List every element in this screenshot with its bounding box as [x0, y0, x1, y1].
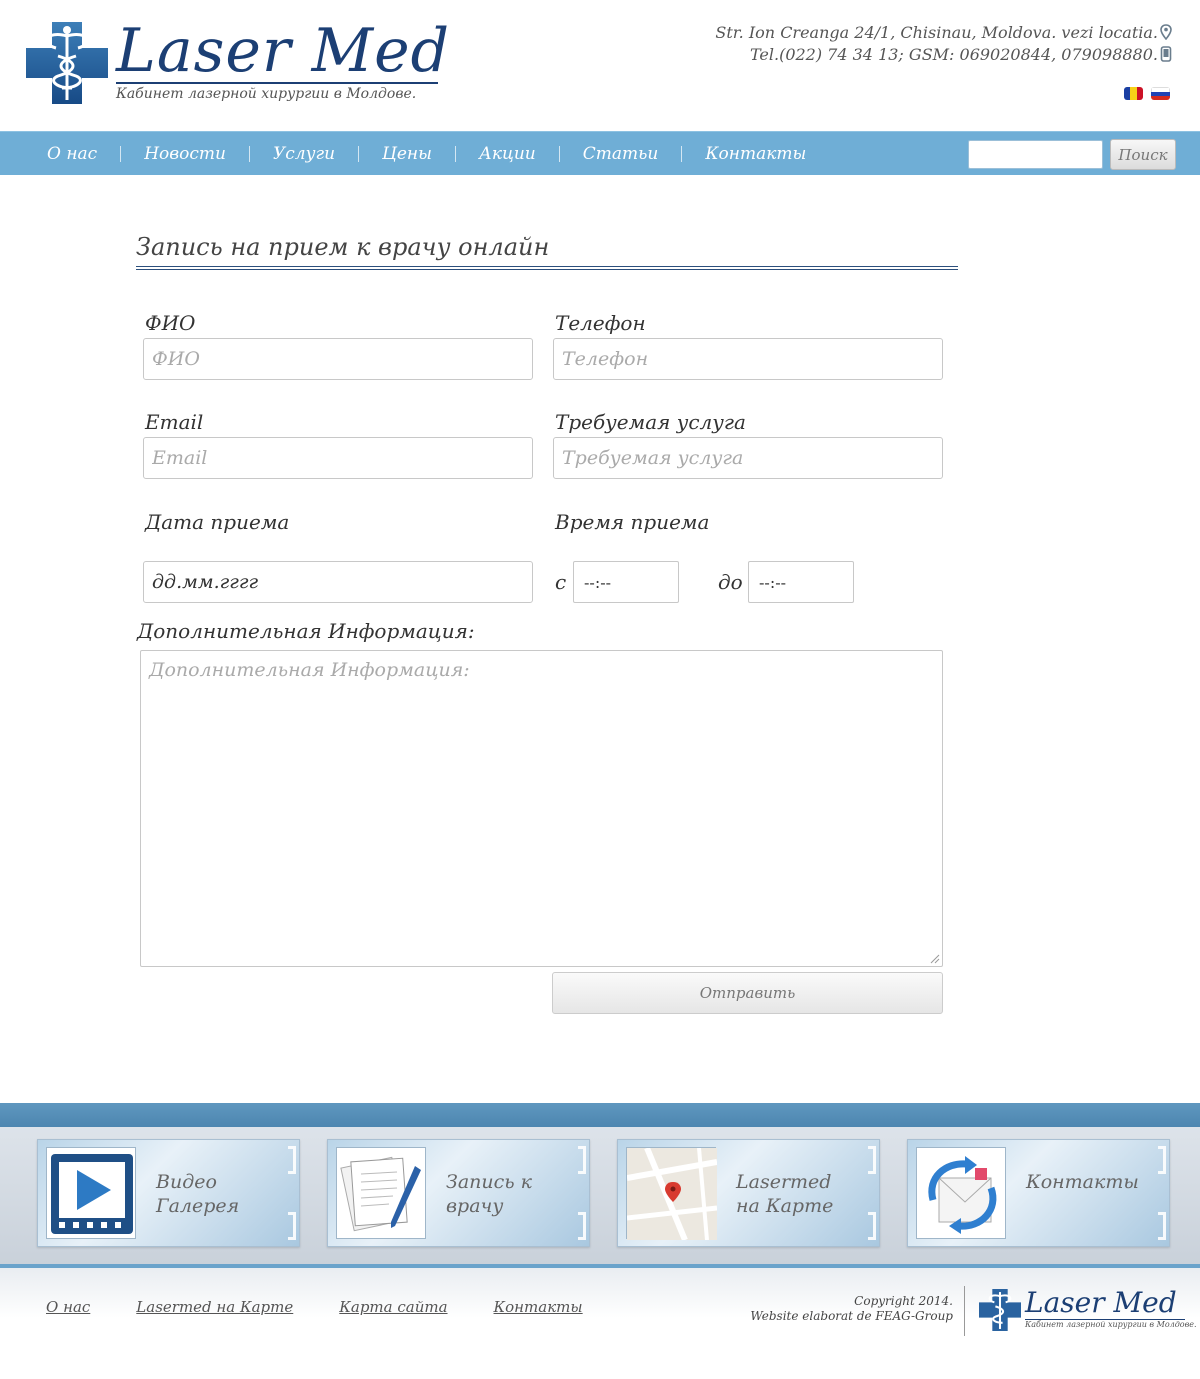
- tile-corner-decor: [288, 1146, 296, 1174]
- logo-subtitle: Кабинет лазерной хирургии в Молдове.: [116, 86, 417, 102]
- phone-text: Tel.(022) 74 34 13; GSM: 069020844, 0790…: [749, 45, 1158, 64]
- resize-grip-icon[interactable]: [930, 954, 940, 964]
- nav-item-articles[interactable]: Статьи: [560, 146, 683, 163]
- copyright-developer[interactable]: Website elaborat de FEAG-Group: [750, 1309, 953, 1324]
- footer-separator: [964, 1286, 965, 1336]
- tile-video-gallery[interactable]: Видео Галерея: [37, 1139, 300, 1247]
- submit-button[interactable]: Отправить: [552, 972, 943, 1014]
- tile-label: Lasermed на Карте: [736, 1170, 833, 1218]
- footer-band-top: [0, 1103, 1200, 1127]
- footer-logo[interactable]: Laser Med Кабинет лазерной хирургии в Мо…: [979, 1286, 1197, 1337]
- appointment-thumbnail: [336, 1147, 426, 1239]
- footer-logo-title: Laser Med: [1025, 1286, 1177, 1319]
- nav-item-prices[interactable]: Цены: [359, 146, 456, 163]
- flag-ru-icon[interactable]: [1151, 87, 1170, 100]
- name-label: ФИО: [145, 311, 196, 335]
- nav-items: О нас Новости Услуги Цены Акции Статьи К…: [24, 132, 829, 176]
- tile-corner-decor: [868, 1212, 876, 1240]
- map-marker-icon: [626, 1146, 718, 1242]
- address-line: Str. Ion Creanga 24/1, Chisinau, Moldova…: [715, 22, 1172, 44]
- contacts-thumbnail: [916, 1147, 1006, 1239]
- tile-contacts[interactable]: Контакты: [907, 1139, 1170, 1247]
- time-label: Время приема: [555, 510, 710, 534]
- map-thumbnail: [626, 1146, 718, 1242]
- tile-corner-decor: [868, 1146, 876, 1174]
- info-label: Дополнительная Информация:: [137, 619, 475, 643]
- email-input[interactable]: [143, 437, 533, 479]
- nav-item-contacts[interactable]: Контакты: [682, 146, 829, 163]
- tile-corner-decor: [1158, 1146, 1166, 1174]
- document-pen-icon: [340, 1156, 421, 1232]
- page-title: Запись на прием к врачу онлайн: [136, 233, 550, 261]
- tile-corner-decor: [578, 1212, 586, 1240]
- language-switcher: [1124, 87, 1170, 100]
- mail-exchange-icon: [928, 1156, 997, 1234]
- tile-appointment[interactable]: Запись к врачу: [327, 1139, 590, 1247]
- nav-item-services[interactable]: Услуги: [250, 146, 360, 163]
- footer-link-sitemap[interactable]: Карта сайта: [339, 1298, 447, 1316]
- phone-label: Телефон: [555, 311, 646, 335]
- nav-item-promotions[interactable]: Акции: [456, 146, 560, 163]
- copyright-year: Copyright 2014.: [854, 1294, 953, 1308]
- footer-link-about[interactable]: О нас: [46, 1298, 90, 1316]
- tile-label: Контакты: [1026, 1170, 1139, 1194]
- address-text[interactable]: Str. Ion Creanga 24/1, Chisinau, Moldova…: [715, 23, 1158, 42]
- tile-label-line2: врачу: [446, 1195, 504, 1217]
- service-label: Требуемая услуга: [555, 410, 746, 434]
- search-button[interactable]: Поиск: [1110, 139, 1176, 170]
- tile-label-line1: Контакты: [1026, 1171, 1139, 1193]
- time-to-input[interactable]: --:--: [748, 561, 854, 603]
- logo-title: Laser Med: [116, 16, 451, 86]
- footer-link-contacts[interactable]: Контакты: [494, 1298, 583, 1316]
- time-to-label: до: [718, 570, 743, 594]
- tile-label: Запись к врачу: [446, 1170, 532, 1218]
- caduceus-cross-icon: [26, 22, 108, 104]
- logo-underline: [116, 82, 438, 84]
- tile-corner-decor: [578, 1146, 586, 1174]
- mobile-phone-icon: [1160, 46, 1172, 62]
- tile-label-line1: Lasermed: [736, 1171, 832, 1193]
- date-label: Дата приема: [145, 510, 290, 534]
- title-divider-secondary: [136, 269, 958, 270]
- caduceus-cross-icon: [979, 1289, 1021, 1331]
- title-divider: [136, 266, 958, 267]
- tile-label: Видео Галерея: [156, 1170, 239, 1218]
- video-thumbnail: [46, 1147, 136, 1239]
- nav-item-about[interactable]: О нас: [24, 146, 122, 163]
- tile-label-line1: Видео: [156, 1171, 217, 1193]
- copyright: Copyright 2014. Website elaborat de FEAG…: [750, 1294, 953, 1324]
- name-input[interactable]: [143, 338, 533, 380]
- tile-map[interactable]: Lasermed на Карте: [617, 1139, 880, 1247]
- video-play-icon: [51, 1154, 133, 1234]
- phone-input[interactable]: [553, 338, 943, 380]
- nav-item-news[interactable]: Новости: [121, 146, 250, 163]
- tile-label-line1: Запись к: [446, 1171, 533, 1193]
- tile-corner-decor: [1158, 1212, 1166, 1240]
- date-input[interactable]: [143, 561, 533, 603]
- map-pin-icon[interactable]: [1160, 24, 1172, 40]
- info-textarea[interactable]: [140, 650, 943, 967]
- tile-label-line2: Галерея: [156, 1195, 240, 1217]
- service-input[interactable]: [553, 437, 943, 479]
- contact-info: Str. Ion Creanga 24/1, Chisinau, Moldova…: [715, 22, 1172, 66]
- main-nav: О нас Новости Услуги Цены Акции Статьи К…: [0, 131, 1200, 175]
- footer-links: О нас Lasermed на Карте Карта сайта Конт…: [46, 1298, 583, 1316]
- footer-link-map[interactable]: Lasermed на Карте: [136, 1298, 293, 1316]
- phone-line: Tel.(022) 74 34 13; GSM: 069020844, 0790…: [715, 44, 1172, 66]
- tile-corner-decor: [288, 1212, 296, 1240]
- time-from-label: с: [555, 570, 567, 594]
- search-input[interactable]: [968, 140, 1103, 169]
- flag-ro-icon[interactable]: [1124, 87, 1143, 100]
- footer-logo-subtitle: Кабинет лазерной хирургии в Молдове.: [1025, 1320, 1197, 1329]
- site-logo[interactable]: Laser Med Кабинет лазерной хирургии в Мо…: [24, 16, 449, 110]
- site-header: Laser Med Кабинет лазерной хирургии в Мо…: [0, 0, 1200, 131]
- time-from-input[interactable]: --:--: [573, 561, 679, 603]
- tile-label-line2: на Карте: [736, 1195, 834, 1217]
- email-label: Email: [145, 410, 204, 434]
